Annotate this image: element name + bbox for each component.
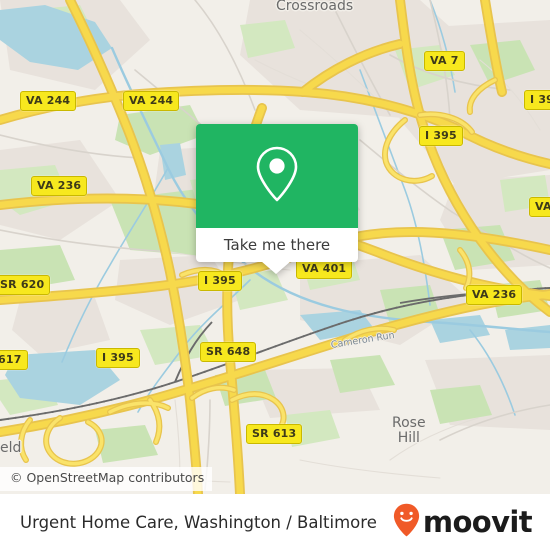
callout-tail-pointer xyxy=(261,261,291,274)
take-me-there-label: Take me there xyxy=(223,235,331,254)
road-shield[interactable]: 617 xyxy=(0,350,28,370)
map-canvas[interactable]: .land { fill:#f2efe9; } .resid { fill:#e… xyxy=(0,0,550,494)
road-shield[interactable]: VA 244 xyxy=(123,91,180,111)
moovit-wordmark: moovit xyxy=(422,504,533,539)
road-shield[interactable]: SR 613 xyxy=(246,424,303,444)
place-label-rose-hill: Rose Hill xyxy=(392,415,426,446)
bottom-info-bar: Urgent Home Care, Washington / Baltimore… xyxy=(0,494,550,550)
destination-callout-card[interactable]: Take me there xyxy=(196,124,358,274)
road-shield[interactable]: VA 236 xyxy=(466,285,523,305)
road-shield[interactable]: VA 244 xyxy=(20,91,77,111)
place-label-springfield-clipped: eld xyxy=(0,440,22,456)
road-shield[interactable]: VA 236 xyxy=(31,176,88,196)
osm-attribution[interactable]: © OpenStreetMap contributors xyxy=(0,467,213,491)
take-me-there-button[interactable]: Take me there xyxy=(196,228,358,262)
road-shield[interactable]: VA 7 xyxy=(424,51,465,71)
road-shield[interactable]: VA xyxy=(529,197,550,217)
place-title: Urgent Home Care, Washington / Baltimore xyxy=(20,512,377,532)
road-shield[interactable]: I 395 xyxy=(419,126,463,146)
moovit-smiley-pin-icon xyxy=(393,503,420,542)
road-shield[interactable]: SR 648 xyxy=(200,342,257,362)
road-shield[interactable]: I 395 xyxy=(198,271,242,291)
road-shield[interactable]: SR 620 xyxy=(0,275,51,295)
place-label-crossroads: Crossroads xyxy=(276,0,354,14)
map-screen: .land { fill:#f2efe9; } .resid { fill:#e… xyxy=(0,0,550,550)
road-shield[interactable]: I 395 xyxy=(524,90,550,110)
road-shield[interactable]: VA 401 xyxy=(296,259,353,279)
moovit-logo[interactable]: moovit xyxy=(393,503,533,542)
map-pin-icon xyxy=(253,145,301,208)
callout-pin-area xyxy=(196,124,358,228)
road-shield[interactable]: I 395 xyxy=(96,348,140,368)
